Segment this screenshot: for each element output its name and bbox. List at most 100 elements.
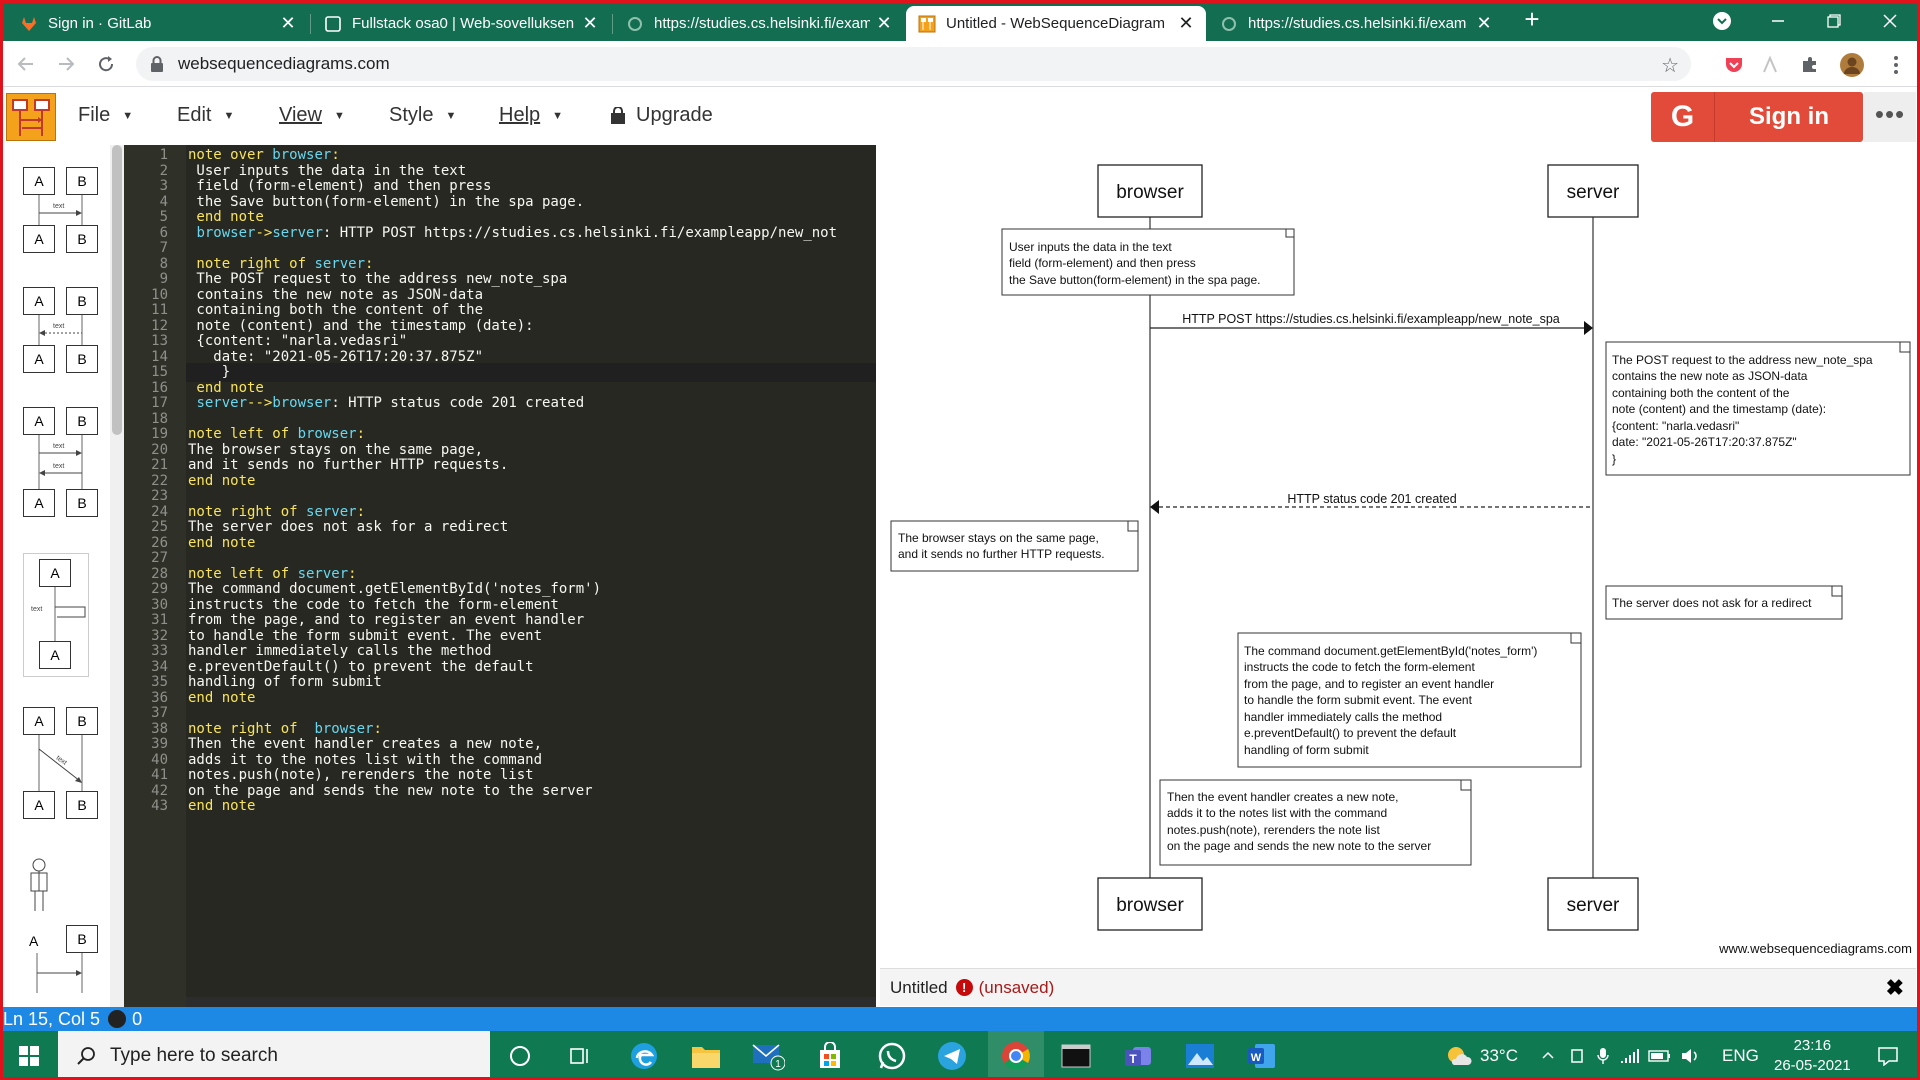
code-line[interactable]: The POST request to the address new_note…: [188, 271, 567, 287]
palette-item-delayed[interactable]: A B text A B: [23, 707, 103, 819]
taskbar-teams[interactable]: T: [1112, 1031, 1164, 1080]
code-line[interactable]: adds it to the notes list with the comma…: [188, 752, 542, 768]
back-button[interactable]: [12, 50, 40, 78]
tab-search-button[interactable]: [1694, 0, 1750, 41]
restore-button[interactable]: [1806, 0, 1862, 41]
weather-widget[interactable]: 33°C: [1446, 1031, 1518, 1080]
palette-item-return[interactable]: A B text A B: [23, 287, 103, 373]
code-line[interactable]: handler immediately calls the method: [188, 643, 491, 659]
code-line[interactable]: end note: [188, 209, 263, 225]
menu-view[interactable]: View ▼: [279, 104, 345, 127]
code-line[interactable]: to handle the form submit event. The eve…: [188, 628, 542, 644]
close-tab-icon[interactable]: ✕: [1476, 13, 1492, 34]
code-line[interactable]: field (form-element) and then press: [188, 178, 491, 194]
wsd-logo[interactable]: [6, 93, 56, 141]
code-line[interactable]: Then the event handler creates a new not…: [188, 736, 542, 752]
extension-icon[interactable]: [1758, 53, 1782, 77]
code-line[interactable]: end note: [188, 690, 255, 706]
code-line[interactable]: note left of server:: [188, 566, 357, 582]
pocket-extension-icon[interactable]: [1722, 53, 1746, 77]
code-line[interactable]: e.preventDefault() to prevent the defaul…: [188, 659, 534, 675]
code-line[interactable]: note over browser:: [188, 147, 340, 163]
reload-button[interactable]: [92, 50, 120, 78]
editor-horizontal-scrollbar[interactable]: [186, 997, 876, 1007]
palette-item-actor[interactable]: A B: [23, 857, 103, 1007]
code-line[interactable]: date: "2021-05-26T17:20:37.875Z": [188, 349, 483, 365]
start-button[interactable]: [0, 1031, 58, 1080]
google-signin-button[interactable]: G Sign in: [1651, 92, 1863, 142]
tab-fullstack[interactable]: Fullstack osa0 | Web-sovelluksen ✕: [312, 6, 610, 41]
scrollbar-thumb[interactable]: [112, 145, 122, 435]
taskbar-word[interactable]: W: [1236, 1031, 1288, 1080]
menu-edit[interactable]: Edit ▼: [177, 104, 234, 127]
code-line[interactable]: The command document.getElementById('not…: [188, 581, 601, 597]
close-tab-icon[interactable]: ✕: [582, 13, 598, 34]
notification-center-button[interactable]: [1862, 1031, 1914, 1080]
task-view-button[interactable]: [554, 1031, 606, 1080]
code-line[interactable]: server-->browser: HTTP status code 201 c…: [188, 395, 584, 411]
code-line[interactable]: end note: [188, 380, 263, 396]
input-language[interactable]: ENG: [1722, 1031, 1759, 1080]
code-line[interactable]: note right of browser:: [188, 721, 382, 737]
forward-button[interactable]: [52, 50, 80, 78]
clock[interactable]: 23:16 26-05-2021: [1774, 1031, 1851, 1080]
code-line[interactable]: and it sends no further HTTP requests.: [188, 457, 508, 473]
code-line[interactable]: User inputs the data in the text: [188, 163, 466, 179]
palette-scrollbar[interactable]: [110, 145, 124, 1007]
bookmark-star-icon[interactable]: ☆: [1661, 53, 1679, 78]
palette-item-self-message[interactable]: A text A: [23, 553, 103, 677]
taskbar-chrome[interactable]: [988, 1031, 1044, 1080]
code-line[interactable]: The server does not ask for a redirect: [188, 519, 508, 535]
menu-style[interactable]: Style ▼: [389, 104, 456, 127]
code-line[interactable]: the Save button(form-element) in the spa…: [188, 194, 584, 210]
taskbar-store[interactable]: [804, 1031, 856, 1080]
close-tab-icon[interactable]: ✕: [280, 13, 296, 34]
code-line[interactable]: note left of browser:: [188, 426, 365, 442]
code-line[interactable]: on the page and sends the new note to th…: [188, 783, 593, 799]
system-tray-icons[interactable]: [1540, 1031, 1700, 1080]
more-options-button[interactable]: •••: [1864, 92, 1916, 142]
puzzle-extensions-icon[interactable]: [1798, 53, 1822, 77]
taskbar-telegram[interactable]: [926, 1031, 978, 1080]
close-document-button[interactable]: ✖: [1886, 975, 1904, 1001]
close-tab-icon[interactable]: ✕: [1178, 13, 1194, 34]
taskbar-whatsapp[interactable]: [866, 1031, 918, 1080]
menu-help[interactable]: Help ▼: [499, 104, 563, 127]
code-line[interactable]: handling of form submit: [188, 674, 382, 690]
code-line[interactable]: contains the new note as JSON-data: [188, 287, 483, 303]
taskbar-edge[interactable]: [618, 1031, 670, 1080]
code-line[interactable]: from the page, and to register an event …: [188, 612, 584, 628]
new-tab-button[interactable]: +: [1518, 6, 1546, 34]
code-line[interactable]: end note: [188, 535, 255, 551]
code-line[interactable]: The browser stays on the same page,: [188, 442, 483, 458]
menu-file[interactable]: File ▼: [78, 104, 133, 127]
code-line[interactable]: {content: "narla.vedasri": [188, 333, 407, 349]
upgrade-button[interactable]: Upgrade: [610, 104, 713, 127]
close-tab-icon[interactable]: ✕: [876, 13, 892, 34]
code-editor[interactable]: 1 note over browser: 2 User inputs the dat…: [124, 145, 876, 1007]
code-line[interactable]: end note: [188, 798, 255, 814]
taskbar-mail[interactable]: 1: [742, 1031, 794, 1080]
minimize-button[interactable]: [1750, 0, 1806, 41]
tab-helsinki-2[interactable]: https://studies.cs.helsinki.fi/exam ✕: [1208, 6, 1504, 41]
tab-websequencediagrams[interactable]: Untitled - WebSequenceDiagram ✕: [906, 6, 1206, 41]
code-line[interactable]: end note: [188, 473, 255, 489]
palette-item-message[interactable]: A B text A B: [23, 167, 103, 253]
palette-item-exchange[interactable]: A B text text A B: [23, 407, 103, 519]
url-field[interactable]: websequencediagrams.com ☆: [136, 47, 1691, 81]
taskbar-file-explorer[interactable]: [680, 1031, 732, 1080]
code-line[interactable]: note (content) and the timestamp (date):: [188, 318, 533, 334]
profile-avatar[interactable]: [1840, 53, 1864, 77]
tab-gitlab[interactable]: Sign in · GitLab ✕: [8, 6, 308, 41]
taskbar-search-box[interactable]: Type here to search: [58, 1031, 490, 1080]
code-line[interactable]: instructs the code to fetch the form-ele…: [188, 597, 559, 613]
code-line[interactable]: browser->server: HTTP POST https://studi…: [188, 225, 837, 241]
code-line[interactable]: notes.push(note), rerenders the note lis…: [188, 767, 534, 783]
code-line[interactable]: note right of server:: [188, 256, 373, 272]
tab-helsinki-1[interactable]: https://studies.cs.helsinki.fi/exam ✕: [614, 6, 904, 41]
taskbar-terminal[interactable]: [1050, 1031, 1102, 1080]
code-line[interactable]: }: [188, 364, 230, 380]
taskbar-photos[interactable]: [1174, 1031, 1226, 1080]
chrome-menu-icon[interactable]: [1884, 53, 1908, 77]
code-line[interactable]: containing both the content of the: [188, 302, 483, 318]
